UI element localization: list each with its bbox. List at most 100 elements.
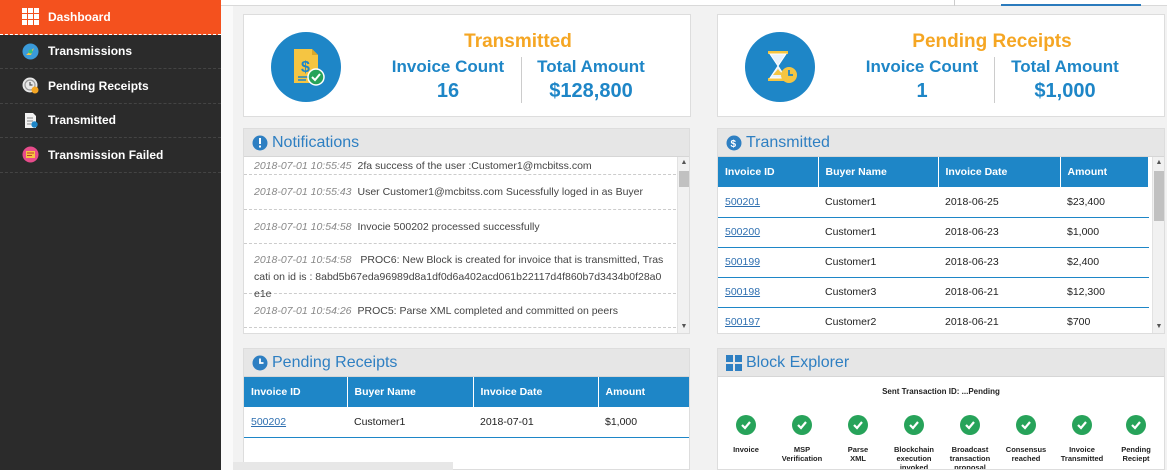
stat-divider (994, 57, 995, 103)
dashboard-grid-icon (22, 8, 39, 26)
sidebar-item-transmitted[interactable]: Transmitted (0, 104, 221, 138)
stat-card-transmitted: $ Transmitted Invoice Count 16 Total Amo… (243, 14, 691, 117)
table-row: 500197 Customer2 2018-06-21 $700 (718, 307, 1149, 333)
notification-item: 2018-07-01 10:54:26 PROC5: Parse XML com… (244, 294, 676, 328)
total-amount-value: $1,000 (1034, 80, 1096, 102)
column-header[interactable]: Buyer Name (347, 377, 474, 407)
column-header[interactable]: Invoice ID (718, 157, 819, 187)
transmitted-scrollbar[interactable]: ▲ ▼ (1152, 157, 1164, 333)
date-cell: 2018-07-01 (473, 407, 598, 438)
scroll-up-arrow-icon[interactable]: ▲ (1153, 157, 1164, 169)
invoice-id-cell: 500197 (718, 307, 818, 333)
notifications-panel: Notifications 2018-07-01 10:55:45 2fa su… (243, 128, 690, 334)
step-pending-receipt: Pending Reciept (1108, 415, 1164, 463)
buyer-cell: Customer2 (818, 307, 938, 333)
bottom-strip (233, 462, 453, 470)
panel-header: $ Transmitted (718, 129, 1164, 157)
table-row: 500202 Customer1 2018-07-01 $1,000 (244, 407, 689, 438)
sidebar-item-pending-receipts[interactable]: Pending Receipts (0, 69, 221, 104)
check-circle-icon (1016, 415, 1036, 435)
dollar-circle-icon: $ (726, 135, 742, 151)
date-cell: 2018-06-21 (938, 307, 1060, 333)
invoice-link[interactable]: 500197 (725, 316, 760, 328)
sidebar-item-label: Transmission Failed (48, 147, 164, 162)
panel-title: Transmitted (746, 133, 830, 151)
invoice-count-value: 16 (436, 80, 460, 102)
step-label: Invoice (1069, 445, 1095, 454)
step-label: Consensus (1005, 445, 1047, 454)
top-bar-tab[interactable] (954, 0, 996, 6)
invoice-link[interactable]: 500198 (725, 286, 760, 298)
column-header[interactable]: Invoice Date (473, 377, 599, 407)
scroll-up-arrow-icon[interactable]: ▲ (678, 157, 689, 169)
column-header[interactable]: Amount (1060, 157, 1149, 187)
block-explorer-panel: Block Explorer Sent Transaction ID: ...P… (717, 348, 1165, 470)
sidebar-item-transmission-failed[interactable]: Transmission Failed (0, 138, 221, 173)
top-bar-tab-active[interactable] (1001, 0, 1141, 6)
notification-timestamp: 2018-07-01 10:54:26 (254, 304, 352, 317)
invoice-count-label: Invoice Count (865, 57, 979, 76)
check-circle-icon (1072, 415, 1092, 435)
stat-title: Pending Receipts (912, 31, 1072, 52)
stat-title: Transmitted (464, 31, 572, 52)
total-amount-label: Total Amount (1011, 57, 1119, 76)
scrollbar-thumb[interactable] (679, 171, 689, 187)
invoice-id-cell: 500199 (718, 247, 818, 278)
check-circle-icon (1126, 415, 1146, 435)
sidebar-item-label: Transmitted (48, 113, 117, 128)
step-label: Transmitted (1060, 454, 1104, 463)
scrollbar-thumb[interactable] (1154, 171, 1164, 221)
step-invoice-transmitted: Invoice Transmitted (1054, 415, 1110, 463)
notification-timestamp: 2018-07-01 10:54:58 (254, 220, 352, 233)
column-header[interactable]: Invoice ID (244, 377, 348, 407)
column-header[interactable]: Invoice Date (938, 157, 1061, 187)
step-label: Parse (847, 445, 869, 454)
notification-list[interactable]: 2018-07-01 10:55:45 2fa success of the u… (244, 157, 676, 333)
buyer-cell: Customer1 (347, 407, 473, 438)
notification-item: 2018-07-01 10:54:58 Invocie 500202 proce… (244, 210, 676, 244)
sidebar-item-label: Transmissions (48, 44, 133, 59)
step-label: Reciept (1122, 454, 1150, 463)
svg-text:$: $ (731, 139, 737, 150)
pending-receipts-table: Invoice ID Buyer Name Invoice Date Amoun… (244, 377, 689, 438)
step-label: Broadcast (951, 445, 989, 454)
step-label: invoked (899, 463, 929, 470)
sidebar: Dashboard Transmissions Pending Receipts… (0, 0, 221, 470)
amount-cell: $23,400 (1060, 187, 1149, 218)
top-bar (221, 0, 1167, 6)
column-header[interactable]: Amount (598, 377, 689, 407)
step-label: Blockchain (893, 445, 934, 454)
sidebar-item-transmissions[interactable]: Transmissions (0, 35, 221, 69)
panel-header: Pending Receipts (244, 349, 689, 377)
invoice-link[interactable]: 500200 (725, 226, 760, 238)
check-circle-icon (904, 415, 924, 435)
notification-text: Invocie 500202 processed successfully (357, 220, 540, 233)
stat-card-pending-receipts: Pending Receipts Invoice Count 1 Total A… (717, 14, 1165, 117)
scroll-down-arrow-icon[interactable]: ▼ (678, 321, 689, 333)
invoice-link[interactable]: 500199 (725, 256, 760, 268)
notifications-scrollbar[interactable]: ▲ ▼ (677, 157, 689, 333)
total-amount-block: Total Amount $1,000 (1002, 57, 1128, 103)
step-broadcast-proposal: Broadcast transaction proposal (942, 415, 998, 469)
step-label: MSP (793, 445, 811, 454)
invoice-count-block: Invoice Count 16 (387, 57, 509, 103)
total-amount-label: Total Amount (537, 57, 645, 76)
notification-text: PROC5: Parse XML completed and committed… (357, 304, 618, 317)
transmission-failed-icon (22, 146, 39, 163)
transmissions-icon (22, 43, 39, 60)
column-header[interactable]: Buyer Name (818, 157, 939, 187)
notification-item: 2018-07-01 10:55:45 2fa success of the u… (244, 157, 676, 175)
invoice-link[interactable]: 500201 (725, 196, 760, 208)
invoice-id-cell: 500198 (718, 277, 818, 308)
clock-icon (252, 355, 268, 371)
amount-cell: $1,000 (598, 407, 689, 438)
table-header-row: Invoice ID Buyer Name Invoice Date Amoun… (244, 377, 689, 407)
invoice-link[interactable]: 500202 (251, 416, 286, 428)
amount-cell: $2,400 (1060, 247, 1149, 278)
amount-cell: $700 (1060, 307, 1149, 333)
sidebar-item-dashboard[interactable]: Dashboard (0, 0, 221, 35)
step-msp-verification: MSP Verification (774, 415, 830, 463)
buyer-cell: Customer1 (818, 187, 938, 218)
notification-text: 2fa success of the user :Customer1@mcbit… (357, 159, 592, 172)
scroll-down-arrow-icon[interactable]: ▼ (1153, 321, 1164, 333)
